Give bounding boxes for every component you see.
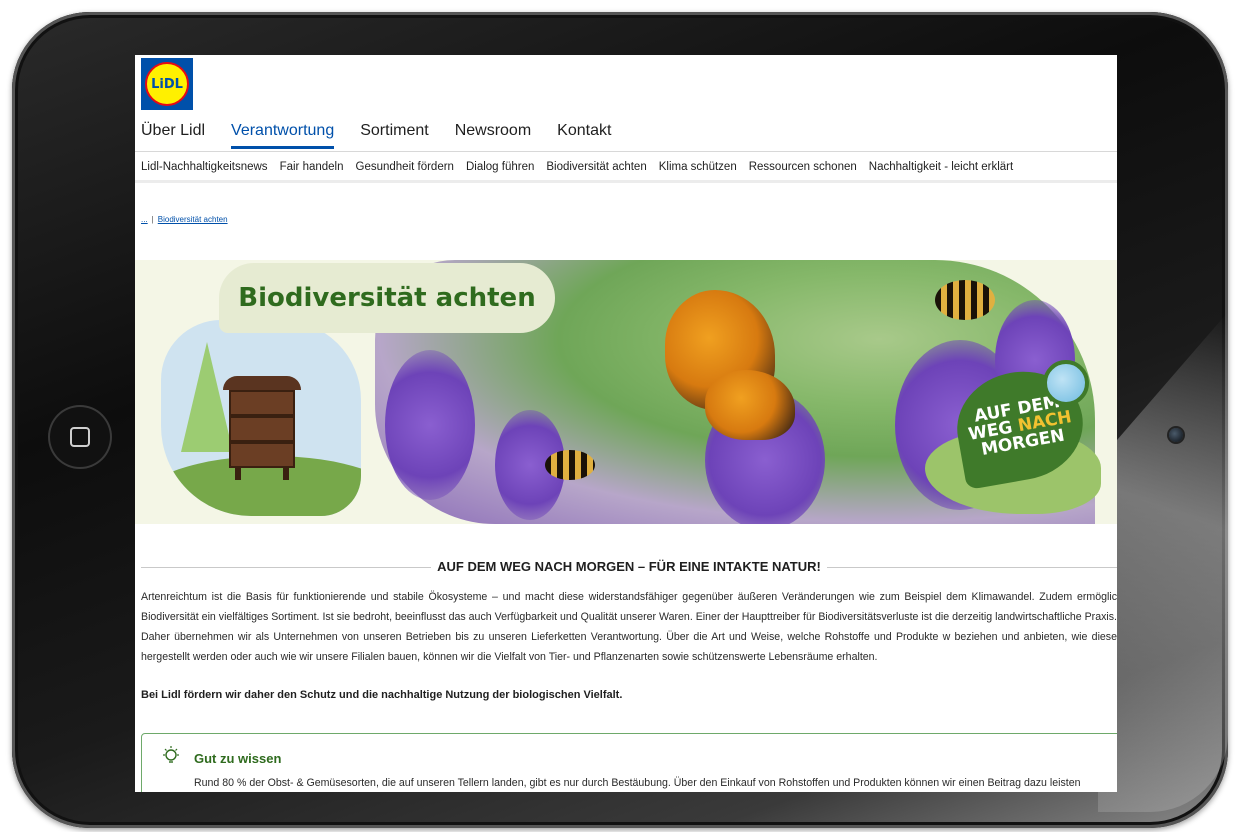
- main-nav-item-ueber-lidl[interactable]: Über Lidl: [141, 122, 205, 149]
- breadcrumb: ... | Biodiversität achten: [141, 215, 228, 224]
- lidl-logo[interactable]: LiDL: [141, 58, 193, 110]
- breadcrumb-current-link[interactable]: Biodiversität achten: [158, 215, 228, 224]
- sub-nav-item-biodiversitaet[interactable]: Biodiversität achten: [546, 161, 646, 173]
- butterfly-lower-wing: [705, 370, 795, 440]
- sub-nav-item-fair-handeln[interactable]: Fair handeln: [280, 161, 344, 173]
- logo-circle: LiDL: [145, 62, 189, 106]
- intro-paragraph: Artenreichtum ist die Basis für funktion…: [141, 591, 1117, 663]
- hive-roof: [223, 376, 301, 390]
- main-nav-divider: [135, 151, 1117, 152]
- frame-glare: [1098, 312, 1228, 812]
- beehive-icon: [223, 376, 301, 480]
- sub-nav-item-dialog[interactable]: Dialog führen: [466, 161, 534, 173]
- main-nav-item-kontakt[interactable]: Kontakt: [557, 122, 611, 149]
- sub-nav-item-leicht-erklaert[interactable]: Nachhaltigkeit - leicht erklärt: [869, 161, 1013, 173]
- hive-box: [229, 390, 295, 416]
- hero-banner: Biodiversität achten AUF DEM WEG NACH MO…: [135, 260, 1117, 524]
- sub-nav-item-nachhaltigkeitsnews[interactable]: Lidl-Nachhaltigkeitsnews: [141, 161, 268, 173]
- bold-statement: Bei Lidl fördern wir daher den Schutz un…: [141, 689, 623, 701]
- bee-icon: [935, 280, 995, 320]
- hive-leg: [283, 466, 289, 480]
- breadcrumb-separator: |: [151, 215, 154, 224]
- sub-nav-item-gesundheit[interactable]: Gesundheit fördern: [356, 161, 454, 173]
- section-heading-row: AUF DEM WEG NACH MORGEN – FÜR EINE INTAK…: [141, 559, 1117, 575]
- hive-box: [229, 442, 295, 468]
- home-square-icon: [70, 427, 90, 447]
- main-nav-item-verantwortung[interactable]: Verantwortung: [231, 122, 335, 149]
- info-box-title: Gut zu wissen: [194, 751, 282, 766]
- main-nav-item-newsroom[interactable]: Newsroom: [455, 122, 531, 149]
- sub-nav-divider: [135, 180, 1117, 183]
- bee-icon: [545, 450, 595, 480]
- breadcrumb-root-link[interactable]: ...: [141, 215, 148, 224]
- hero-title: Biodiversität achten: [238, 283, 536, 313]
- sub-nav-item-klima[interactable]: Klima schützen: [659, 161, 737, 173]
- info-box-text: Rund 80 % der Obst- & Gemüsesorten, die …: [194, 777, 1081, 789]
- lavender-flower: [385, 350, 475, 500]
- section-heading: AUF DEM WEG NACH MORGEN – FÜR EINE INTAK…: [437, 559, 821, 574]
- hero-title-bubble: Biodiversität achten: [219, 263, 555, 333]
- lightbulb-icon: [163, 746, 179, 763]
- globe-heart-icon: [1043, 360, 1089, 406]
- home-button[interactable]: [48, 405, 112, 469]
- tree-icon: [181, 342, 233, 452]
- sub-nav: Lidl-Nachhaltigkeitsnews Fair handeln Ge…: [141, 161, 1013, 173]
- hive-box: [229, 416, 295, 442]
- logo-text: LiDL: [151, 76, 183, 92]
- main-nav-item-sortiment[interactable]: Sortiment: [360, 122, 428, 149]
- good-to-know-box: Gut zu wissen Rund 80 % der Obst- & Gemü…: [141, 733, 1117, 792]
- hive-leg: [235, 466, 241, 480]
- main-nav: Über Lidl Verantwortung Sortiment Newsro…: [141, 122, 611, 149]
- camera-icon: [1169, 428, 1183, 442]
- beehive-illustration: [161, 320, 361, 516]
- browser-screen: LiDL Über Lidl Verantwortung Sortiment N…: [135, 55, 1117, 792]
- sub-nav-item-ressourcen[interactable]: Ressourcen schonen: [749, 161, 857, 173]
